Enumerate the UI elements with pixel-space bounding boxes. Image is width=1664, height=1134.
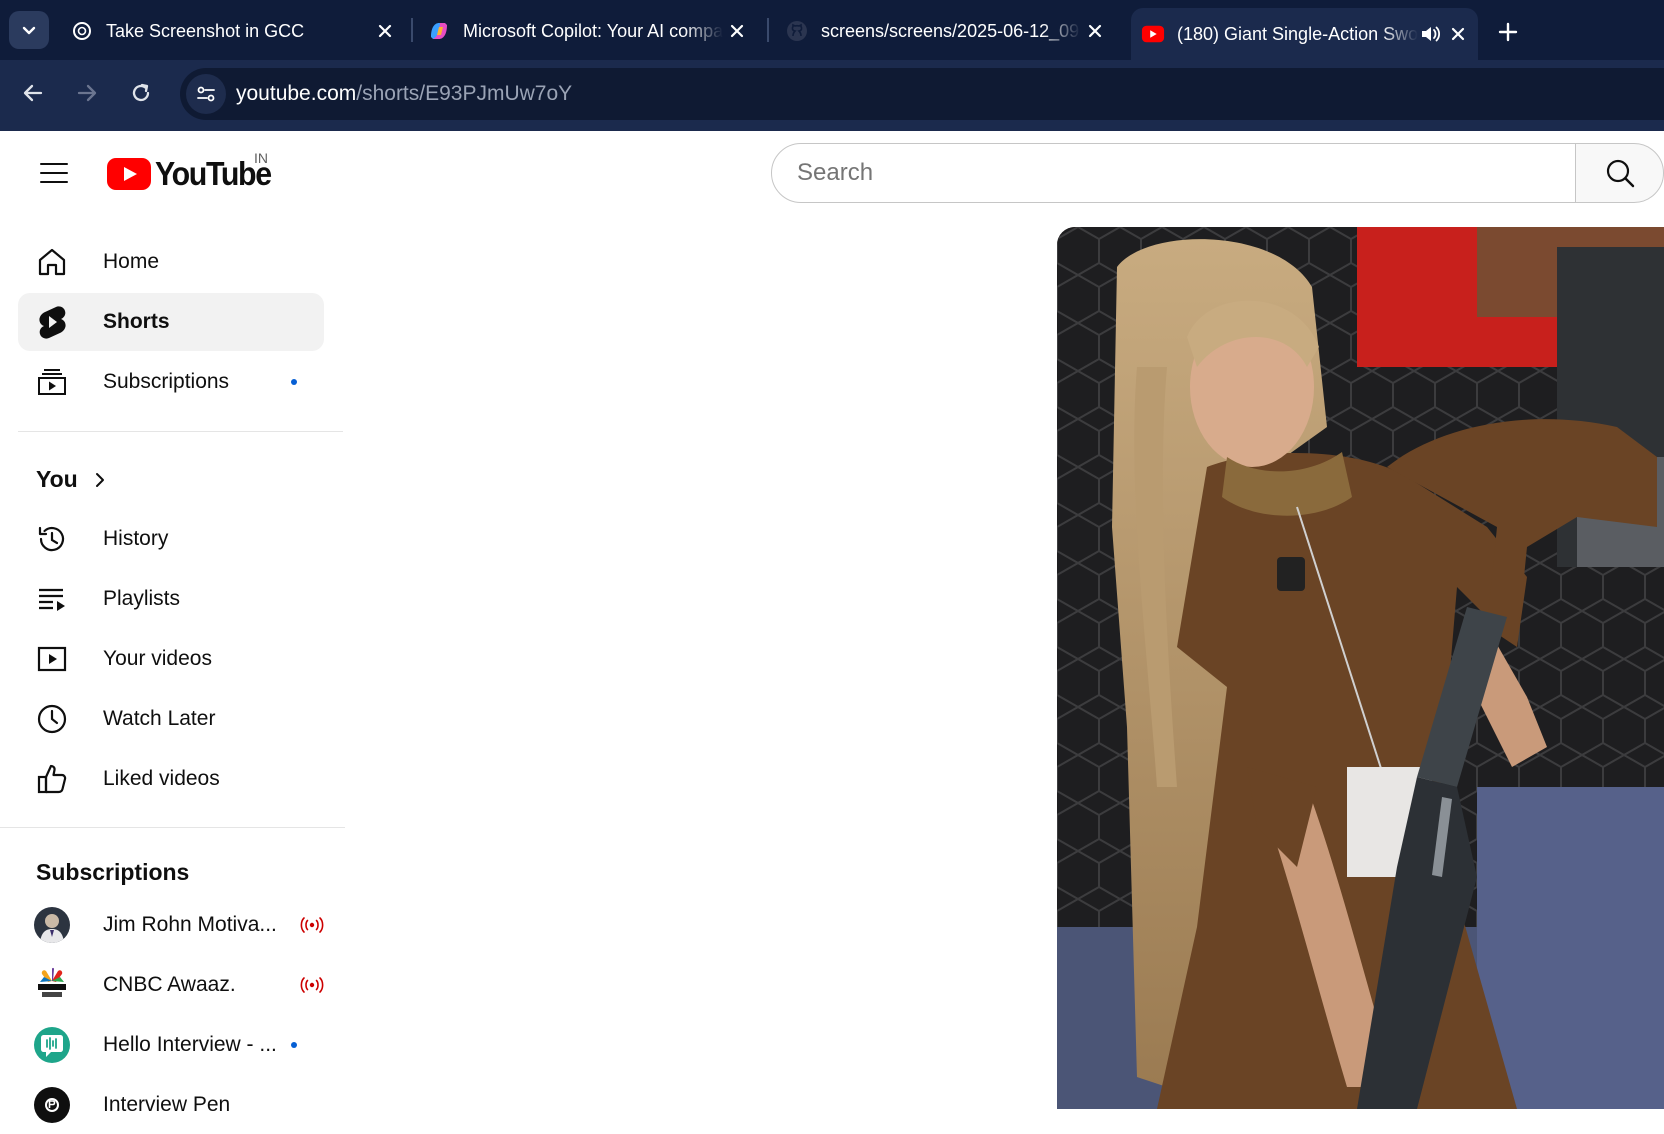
close-tab-icon[interactable]	[1444, 20, 1472, 48]
close-tab-icon[interactable]	[723, 17, 751, 45]
arrow-right-icon	[77, 84, 97, 102]
tab-separator	[411, 18, 413, 42]
sidebar-divider	[18, 431, 343, 432]
browser-tab[interactable]: Take Screenshot in GCC	[60, 8, 405, 54]
search-button[interactable]	[1575, 143, 1664, 203]
browser-toolbar: youtube.com/shorts/E93PJmUw7oY	[0, 60, 1664, 126]
reload-button[interactable]	[122, 74, 160, 112]
copilot-icon	[427, 19, 451, 43]
sidebar-item-liked-videos[interactable]: Liked videos	[18, 750, 324, 808]
channel-avatar	[34, 1027, 70, 1063]
tab-search-button[interactable]	[9, 11, 49, 49]
sidebar-divider	[0, 827, 345, 828]
site-info-button[interactable]	[186, 74, 226, 114]
history-icon	[34, 521, 70, 557]
search-box[interactable]	[771, 143, 1576, 203]
new-content-dot	[291, 379, 297, 385]
watch-later-icon	[34, 701, 70, 737]
subscription-item[interactable]: Interview Pen	[18, 1076, 324, 1134]
sidebar-item-label: Subscriptions	[103, 370, 230, 393]
sidebar-item-label: Watch Later	[103, 707, 216, 730]
sidebar-item-watch-later[interactable]: Watch Later	[18, 690, 324, 748]
channel-avatar	[34, 907, 70, 943]
url-host: youtube.com	[236, 82, 357, 105]
liked-icon	[34, 761, 70, 797]
new-content-dot	[291, 1042, 297, 1048]
close-tab-icon[interactable]	[371, 17, 399, 45]
guide-menu-button[interactable]	[34, 153, 74, 193]
youtube-play-icon	[107, 158, 151, 190]
address-bar[interactable]: youtube.com/shorts/E93PJmUw7oY	[180, 68, 1664, 120]
sidebar-item-home[interactable]: Home	[18, 233, 324, 291]
toolbar-bottom-edge	[0, 126, 1664, 131]
hamburger-menu-icon	[40, 163, 68, 183]
tab-separator	[767, 18, 769, 42]
subscription-item[interactable]: Hello Interview - ...	[18, 1016, 324, 1074]
subscription-label: Hello Interview - ...	[103, 1033, 277, 1056]
playlists-icon	[34, 581, 70, 617]
reload-icon	[132, 83, 150, 102]
tab-title: Take Screenshot in GCC	[106, 20, 305, 41]
subscription-item[interactable]: CNBC Awaaz.	[18, 956, 324, 1014]
browser-tab[interactable]: Microsoft Copilot: Your AI companion	[417, 8, 757, 54]
url-path: /shorts/E93PJmUw7oY	[356, 82, 573, 105]
sidebar-item-subscriptions[interactable]: Subscriptions	[18, 353, 324, 411]
search-input[interactable]	[797, 159, 1517, 187]
subscription-label: CNBC Awaaz.	[103, 973, 236, 996]
section-heading-text: You	[36, 466, 78, 492]
subscription-label: Interview Pen	[103, 1093, 231, 1116]
sidebar-item-shorts[interactable]: Shorts	[18, 293, 324, 351]
video-frame-image	[1057, 227, 1664, 1109]
sidebar-item-label: Shorts	[103, 310, 170, 333]
sidebar-item-history[interactable]: History	[18, 510, 324, 568]
home-icon	[34, 244, 70, 280]
sidebar-item-label: Home	[103, 250, 160, 273]
channel-avatar	[34, 967, 70, 1003]
sidebar-item-label: Your videos	[103, 647, 212, 670]
sidebar-item-label: History	[103, 527, 169, 550]
browser-tab-active[interactable]: (180) Giant Single-Action Sword	[1131, 8, 1478, 60]
url-text: youtube.com/shorts/E93PJmUw7oY	[236, 82, 572, 106]
github-icon	[785, 19, 809, 43]
section-heading-text: Subscriptions	[36, 859, 190, 885]
live-broadcast-icon	[300, 977, 324, 993]
tab-title: Microsoft Copilot: Your AI companion	[463, 20, 723, 41]
speaker-icon[interactable]	[1418, 21, 1444, 47]
tab-title: (180) Giant Single-Action Sword	[1177, 23, 1418, 44]
live-broadcast-icon	[300, 917, 324, 933]
browser-tab-strip: Take Screenshot in GCC Microsoft Copilot…	[0, 0, 1664, 60]
sidebar-item-label: Liked videos	[103, 767, 220, 790]
close-tab-icon[interactable]	[1081, 17, 1109, 45]
search-icon	[1606, 159, 1634, 188]
shorts-video-player[interactable]	[1057, 227, 1664, 1109]
channel-avatar	[34, 1087, 70, 1123]
tune-icon	[197, 86, 215, 102]
openai-icon	[70, 19, 94, 43]
shorts-icon	[34, 304, 70, 340]
back-button[interactable]	[14, 74, 52, 112]
chevron-down-icon	[22, 26, 36, 35]
subscriptions-icon	[34, 364, 70, 400]
tab-title: screens/screens/2025-06-12_09	[821, 20, 1080, 41]
sidebar-item-playlists[interactable]: Playlists	[18, 570, 324, 628]
subscription-label: Jim Rohn Motiva...	[103, 913, 277, 936]
country-code: IN	[254, 150, 268, 166]
sidebar-you-heading[interactable]: You	[36, 466, 110, 493]
subscription-item[interactable]: Jim Rohn Motiva...	[18, 896, 324, 954]
youtube-icon	[1141, 22, 1165, 46]
chevron-right-icon	[95, 472, 104, 487]
sidebar-item-your-videos[interactable]: Your videos	[18, 630, 324, 688]
arrow-left-icon	[23, 84, 43, 102]
sidebar-item-label: Playlists	[103, 587, 181, 610]
your-videos-icon	[34, 641, 70, 677]
plus-icon	[1498, 22, 1518, 42]
browser-tab[interactable]: screens/screens/2025-06-12_09	[775, 8, 1115, 54]
sidebar-subscriptions-heading: Subscriptions	[36, 859, 189, 886]
new-tab-button[interactable]	[1490, 14, 1526, 50]
forward-button[interactable]	[68, 74, 106, 112]
